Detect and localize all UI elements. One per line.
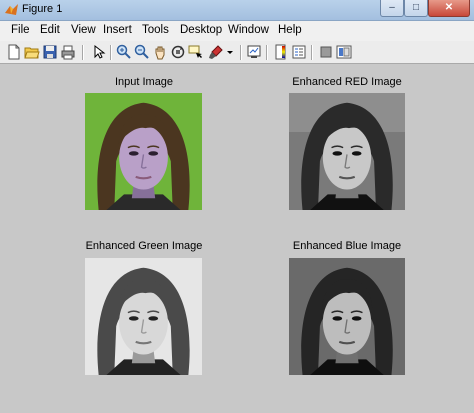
hide-plot-tools-icon[interactable] (318, 44, 334, 60)
panel-title-green: Enhanced Green Image (85, 240, 203, 252)
menu-bar: File Edit View Insert Tools Desktop Wind… (0, 21, 474, 41)
window-title: Figure 1 (22, 3, 63, 15)
maximize-button[interactable]: □ (404, 0, 428, 17)
panel-title-input: Input Image (114, 76, 174, 88)
title-bar: Figure 1 ‒ □ ✕ (0, 0, 474, 21)
menu-edit[interactable]: Edit (40, 24, 60, 36)
toolbar-separator (82, 45, 84, 60)
input-image (85, 93, 202, 210)
minimize-button[interactable]: ‒ (380, 0, 404, 17)
panel-title-red: Enhanced RED Image (292, 76, 402, 88)
brush-dropdown-icon[interactable] (226, 44, 234, 60)
menu-window[interactable]: Window (228, 24, 269, 36)
insert-colorbar-icon[interactable] (273, 44, 289, 60)
enhanced-blue-image (289, 258, 405, 375)
menu-tools[interactable]: Tools (142, 24, 169, 36)
data-cursor-icon[interactable] (188, 44, 204, 60)
edit-plot-arrow-icon[interactable] (90, 44, 106, 60)
menu-file[interactable]: File (11, 24, 30, 36)
toolbar-separator (266, 45, 268, 60)
matlab-logo-icon (5, 4, 18, 15)
enhanced-green-image (85, 258, 202, 375)
panel-title-blue: Enhanced Blue Image (292, 240, 402, 252)
rotate-3d-icon[interactable] (170, 44, 186, 60)
link-plot-icon[interactable] (246, 44, 262, 60)
toolbar-separator (311, 45, 313, 60)
print-icon[interactable] (60, 44, 76, 60)
toolbar-separator (240, 45, 242, 60)
figure-canvas: Input Image Enhanced RED Image Enhanced … (0, 64, 474, 413)
toolbar-separator (110, 45, 112, 60)
menu-insert[interactable]: Insert (103, 24, 132, 36)
menu-help[interactable]: Help (278, 24, 302, 36)
figure-toolbar (0, 41, 474, 64)
show-plot-tools-icon[interactable] (336, 44, 352, 60)
menu-view[interactable]: View (71, 24, 96, 36)
new-figure-icon[interactable] (6, 44, 22, 60)
brush-icon[interactable] (208, 44, 224, 60)
menu-desktop[interactable]: Desktop (180, 24, 222, 36)
insert-legend-icon[interactable] (291, 44, 307, 60)
close-button[interactable]: ✕ (428, 0, 470, 17)
open-file-icon[interactable] (24, 44, 40, 60)
enhanced-red-image (289, 93, 405, 210)
pan-hand-icon[interactable] (152, 44, 168, 60)
zoom-in-icon[interactable] (116, 44, 132, 60)
save-icon[interactable] (42, 44, 58, 60)
zoom-out-icon[interactable] (134, 44, 150, 60)
